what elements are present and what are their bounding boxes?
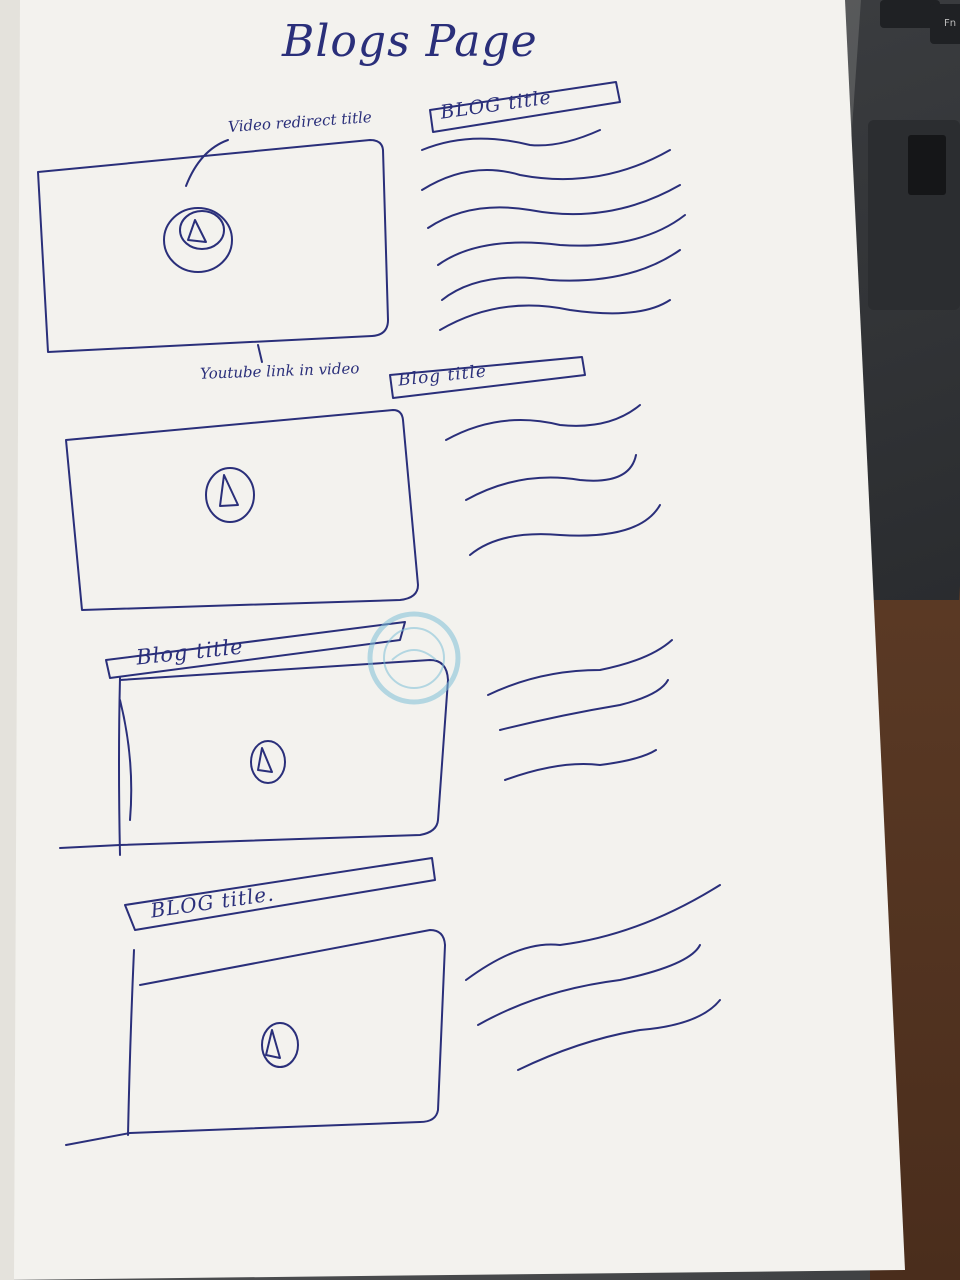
- page-title: Blogs Page: [282, 16, 538, 67]
- photo-scene: Fn Blogs Page Video redirect title Youtu…: [0, 0, 960, 1280]
- sketch-paper: Blogs Page Video redirect title Youtube …: [0, 0, 960, 1280]
- sketch-drawing: [0, 0, 905, 1280]
